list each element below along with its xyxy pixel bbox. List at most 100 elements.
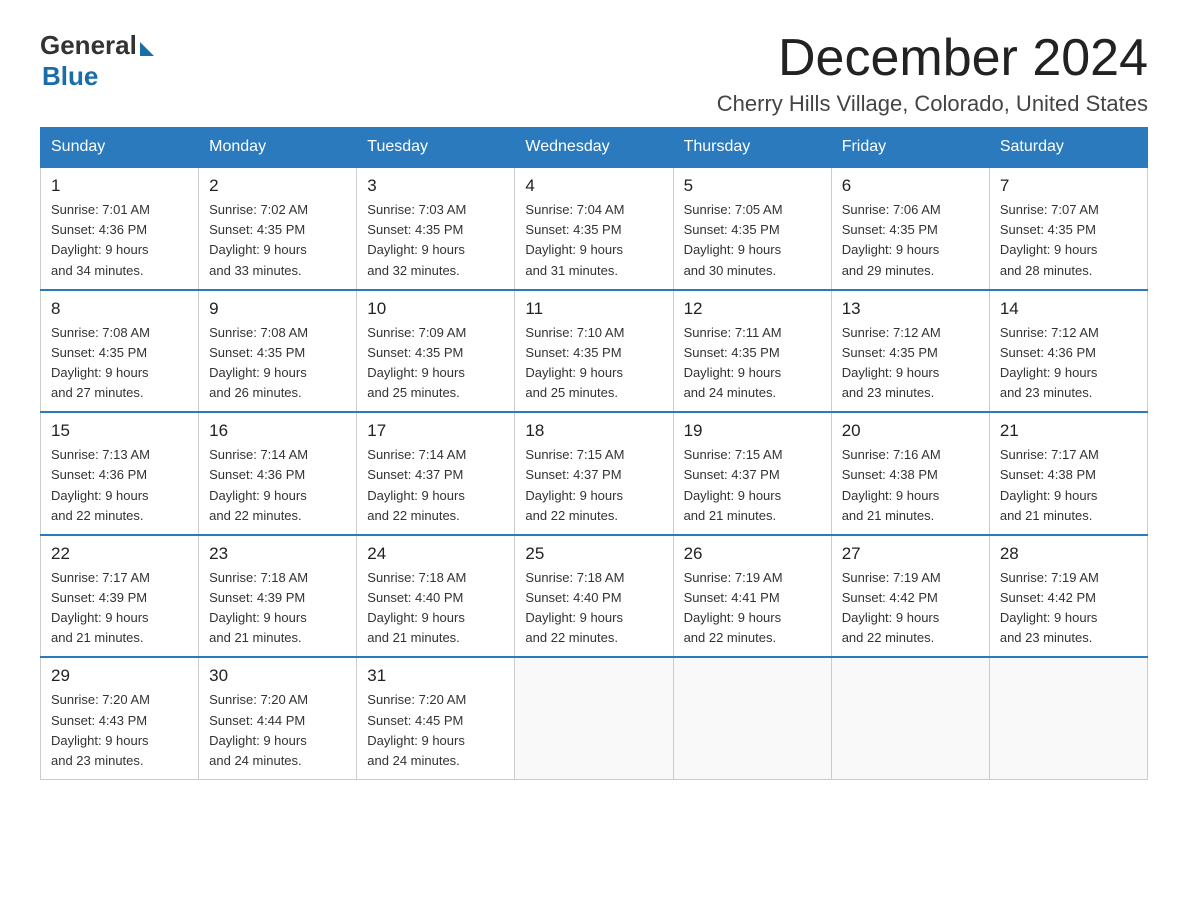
calendar-day-cell: 8 Sunrise: 7:08 AM Sunset: 4:35 PM Daylig… — [41, 290, 199, 413]
calendar-day-cell — [831, 657, 989, 779]
day-number: 24 — [367, 544, 504, 564]
day-info: Sunrise: 7:01 AM Sunset: 4:36 PM Dayligh… — [51, 200, 188, 281]
calendar-day-cell: 20 Sunrise: 7:16 AM Sunset: 4:38 PM Dayli… — [831, 412, 989, 535]
day-info: Sunrise: 7:08 AM Sunset: 4:35 PM Dayligh… — [209, 323, 346, 404]
day-info: Sunrise: 7:19 AM Sunset: 4:42 PM Dayligh… — [1000, 568, 1137, 649]
calendar-day-cell: 25 Sunrise: 7:18 AM Sunset: 4:40 PM Dayli… — [515, 535, 673, 658]
calendar-day-cell: 31 Sunrise: 7:20 AM Sunset: 4:45 PM Dayli… — [357, 657, 515, 779]
day-info: Sunrise: 7:12 AM Sunset: 4:35 PM Dayligh… — [842, 323, 979, 404]
day-info: Sunrise: 7:08 AM Sunset: 4:35 PM Dayligh… — [51, 323, 188, 404]
calendar-day-cell: 28 Sunrise: 7:19 AM Sunset: 4:42 PM Dayli… — [989, 535, 1147, 658]
calendar-day-cell: 9 Sunrise: 7:08 AM Sunset: 4:35 PM Daylig… — [199, 290, 357, 413]
day-info: Sunrise: 7:11 AM Sunset: 4:35 PM Dayligh… — [684, 323, 821, 404]
calendar-day-cell: 23 Sunrise: 7:18 AM Sunset: 4:39 PM Dayli… — [199, 535, 357, 658]
calendar-day-cell: 1 Sunrise: 7:01 AM Sunset: 4:36 PM Daylig… — [41, 167, 199, 290]
calendar-day-cell: 27Sunrise: 7:19 AM Sunset: 4:42 PM Dayli… — [831, 535, 989, 658]
day-info: Sunrise: 7:18 AM Sunset: 4:39 PM Dayligh… — [209, 568, 346, 649]
day-info: Sunrise: 7:14 AM Sunset: 4:37 PM Dayligh… — [367, 445, 504, 526]
day-info: Sunrise: 7:09 AM Sunset: 4:35 PM Dayligh… — [367, 323, 504, 404]
calendar-week-row: 1 Sunrise: 7:01 AM Sunset: 4:36 PM Daylig… — [41, 167, 1148, 290]
location-title: Cherry Hills Village, Colorado, United S… — [717, 91, 1148, 117]
logo-general-text: General — [40, 30, 137, 61]
day-info: Sunrise: 7:17 AM Sunset: 4:38 PM Dayligh… — [1000, 445, 1137, 526]
day-number: 7 — [1000, 176, 1137, 196]
calendar-day-cell — [989, 657, 1147, 779]
calendar-week-row: 15 Sunrise: 7:13 AM Sunset: 4:36 PM Dayli… — [41, 412, 1148, 535]
day-info: Sunrise: 7:20 AM Sunset: 4:45 PM Dayligh… — [367, 690, 504, 771]
month-title: December 2024 — [717, 30, 1148, 87]
day-info: Sunrise: 7:16 AM Sunset: 4:38 PM Dayligh… — [842, 445, 979, 526]
calendar-day-cell: 15 Sunrise: 7:13 AM Sunset: 4:36 PM Dayli… — [41, 412, 199, 535]
day-info: Sunrise: 7:20 AM Sunset: 4:43 PM Dayligh… — [51, 690, 188, 771]
calendar-header-saturday: Saturday — [989, 128, 1147, 168]
day-info: Sunrise: 7:15 AM Sunset: 4:37 PM Dayligh… — [684, 445, 821, 526]
calendar-week-row: 22Sunrise: 7:17 AM Sunset: 4:39 PM Dayli… — [41, 535, 1148, 658]
calendar-header-row: SundayMondayTuesdayWednesdayThursdayFrid… — [41, 128, 1148, 168]
day-info: Sunrise: 7:18 AM Sunset: 4:40 PM Dayligh… — [367, 568, 504, 649]
day-info: Sunrise: 7:06 AM Sunset: 4:35 PM Dayligh… — [842, 200, 979, 281]
day-info: Sunrise: 7:19 AM Sunset: 4:41 PM Dayligh… — [684, 568, 821, 649]
day-info: Sunrise: 7:14 AM Sunset: 4:36 PM Dayligh… — [209, 445, 346, 526]
calendar-day-cell: 21 Sunrise: 7:17 AM Sunset: 4:38 PM Dayli… — [989, 412, 1147, 535]
day-number: 16 — [209, 421, 346, 441]
day-info: Sunrise: 7:04 AM Sunset: 4:35 PM Dayligh… — [525, 200, 662, 281]
day-number: 1 — [51, 176, 188, 196]
day-number: 2 — [209, 176, 346, 196]
calendar-header-friday: Friday — [831, 128, 989, 168]
day-number: 28 — [1000, 544, 1137, 564]
logo-blue-text: Blue — [42, 61, 98, 92]
calendar-day-cell: 2 Sunrise: 7:02 AM Sunset: 4:35 PM Daylig… — [199, 167, 357, 290]
day-info: Sunrise: 7:10 AM Sunset: 4:35 PM Dayligh… — [525, 323, 662, 404]
logo: General Blue — [40, 30, 154, 92]
day-info: Sunrise: 7:05 AM Sunset: 4:35 PM Dayligh… — [684, 200, 821, 281]
day-number: 3 — [367, 176, 504, 196]
day-number: 12 — [684, 299, 821, 319]
calendar-day-cell: 6 Sunrise: 7:06 AM Sunset: 4:35 PM Daylig… — [831, 167, 989, 290]
day-number: 20 — [842, 421, 979, 441]
calendar-day-cell: 10 Sunrise: 7:09 AM Sunset: 4:35 PM Dayli… — [357, 290, 515, 413]
calendar-day-cell: 5Sunrise: 7:05 AM Sunset: 4:35 PM Daylig… — [673, 167, 831, 290]
calendar-day-cell: 12 Sunrise: 7:11 AM Sunset: 4:35 PM Dayli… — [673, 290, 831, 413]
day-number: 14 — [1000, 299, 1137, 319]
day-info: Sunrise: 7:02 AM Sunset: 4:35 PM Dayligh… — [209, 200, 346, 281]
calendar-header-tuesday: Tuesday — [357, 128, 515, 168]
day-number: 13 — [842, 299, 979, 319]
day-info: Sunrise: 7:18 AM Sunset: 4:40 PM Dayligh… — [525, 568, 662, 649]
calendar-day-cell: 13 Sunrise: 7:12 AM Sunset: 4:35 PM Dayli… — [831, 290, 989, 413]
day-info: Sunrise: 7:15 AM Sunset: 4:37 PM Dayligh… — [525, 445, 662, 526]
calendar-header-monday: Monday — [199, 128, 357, 168]
calendar-day-cell: 17Sunrise: 7:14 AM Sunset: 4:37 PM Dayli… — [357, 412, 515, 535]
day-info: Sunrise: 7:17 AM Sunset: 4:39 PM Dayligh… — [51, 568, 188, 649]
calendar-day-cell: 26 Sunrise: 7:19 AM Sunset: 4:41 PM Dayli… — [673, 535, 831, 658]
day-number: 26 — [684, 544, 821, 564]
day-number: 21 — [1000, 421, 1137, 441]
calendar-table: SundayMondayTuesdayWednesdayThursdayFrid… — [40, 127, 1148, 780]
day-info: Sunrise: 7:13 AM Sunset: 4:36 PM Dayligh… — [51, 445, 188, 526]
day-number: 25 — [525, 544, 662, 564]
calendar-day-cell: 24 Sunrise: 7:18 AM Sunset: 4:40 PM Dayli… — [357, 535, 515, 658]
calendar-week-row: 8 Sunrise: 7:08 AM Sunset: 4:35 PM Daylig… — [41, 290, 1148, 413]
day-info: Sunrise: 7:07 AM Sunset: 4:35 PM Dayligh… — [1000, 200, 1137, 281]
day-number: 9 — [209, 299, 346, 319]
day-number: 30 — [209, 666, 346, 686]
day-number: 15 — [51, 421, 188, 441]
day-info: Sunrise: 7:03 AM Sunset: 4:35 PM Dayligh… — [367, 200, 504, 281]
day-number: 6 — [842, 176, 979, 196]
day-number: 10 — [367, 299, 504, 319]
day-number: 8 — [51, 299, 188, 319]
day-number: 4 — [525, 176, 662, 196]
calendar-header-wednesday: Wednesday — [515, 128, 673, 168]
calendar-week-row: 29 Sunrise: 7:20 AM Sunset: 4:43 PM Dayli… — [41, 657, 1148, 779]
day-number: 23 — [209, 544, 346, 564]
day-number: 18 — [525, 421, 662, 441]
day-number: 19 — [684, 421, 821, 441]
title-block: December 2024 Cherry Hills Village, Colo… — [717, 30, 1148, 117]
calendar-day-cell: 11Sunrise: 7:10 AM Sunset: 4:35 PM Dayli… — [515, 290, 673, 413]
day-info: Sunrise: 7:19 AM Sunset: 4:42 PM Dayligh… — [842, 568, 979, 649]
logo-arrow-icon — [140, 42, 154, 56]
calendar-day-cell: 29 Sunrise: 7:20 AM Sunset: 4:43 PM Dayli… — [41, 657, 199, 779]
day-number: 29 — [51, 666, 188, 686]
day-info: Sunrise: 7:20 AM Sunset: 4:44 PM Dayligh… — [209, 690, 346, 771]
day-number: 31 — [367, 666, 504, 686]
calendar-day-cell: 22Sunrise: 7:17 AM Sunset: 4:39 PM Dayli… — [41, 535, 199, 658]
